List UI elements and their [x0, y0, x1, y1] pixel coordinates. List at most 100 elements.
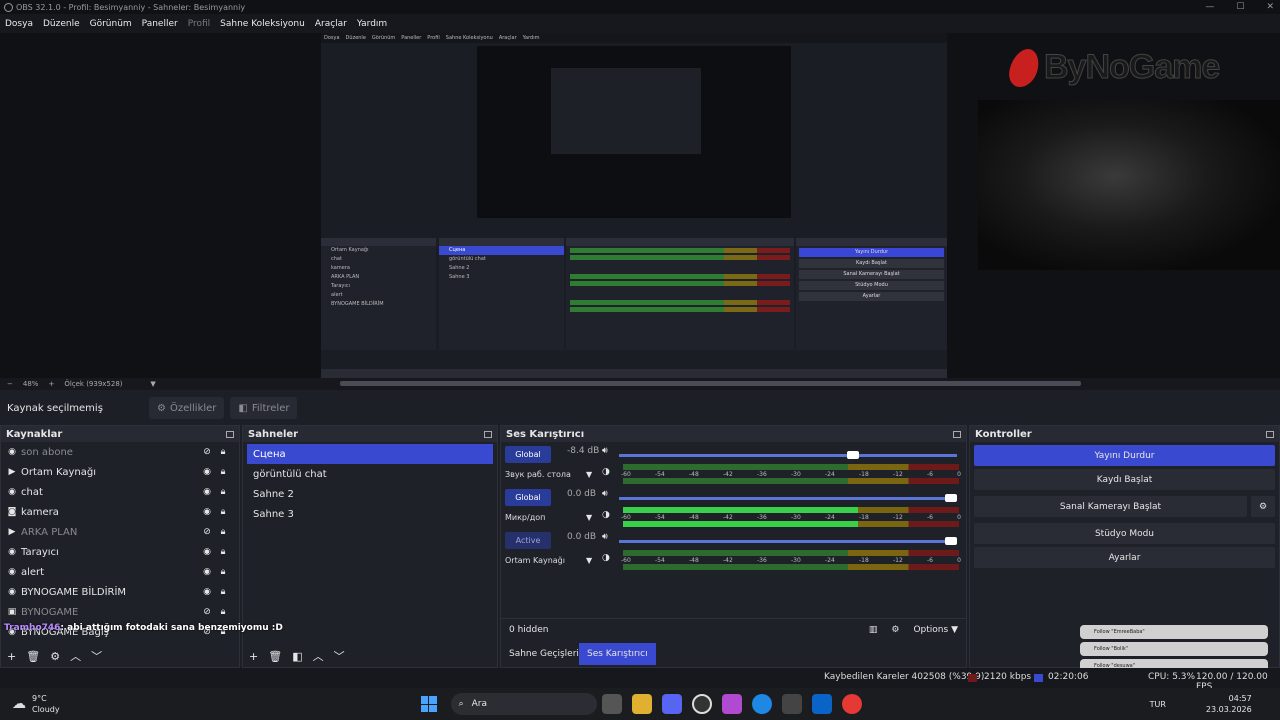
float-icon[interactable] [953, 430, 961, 438]
folder-icon[interactable] [631, 694, 652, 714]
source-item[interactable]: ▶ ARKA PLAN ⊘ 🔒︎ [1, 522, 239, 542]
source-item[interactable]: ◉ BYNOGAME BİLDİRİM ◉ 🔒︎ [1, 582, 239, 602]
chevron-down-icon[interactable]: ﹀ [334, 648, 345, 664]
obs-icon[interactable] [691, 694, 712, 714]
virtual-cam-button[interactable]: Sanal Kamerayı Başlat [974, 496, 1247, 517]
chevron-down-icon[interactable]: ▼ [586, 513, 592, 522]
eye-icon[interactable]: ◉ [201, 567, 213, 577]
menu-gorunum[interactable]: Görünüm [90, 19, 132, 29]
eye-slash-icon[interactable]: ⊘ [201, 607, 213, 617]
chevron-down-icon[interactable]: ▼ [150, 380, 155, 388]
lang-indicator[interactable]: TUR [1150, 700, 1166, 709]
volume-knob[interactable] [847, 451, 859, 459]
lock-icon[interactable]: 🔒︎ [217, 487, 229, 497]
volume-slider[interactable] [619, 494, 957, 502]
eye-icon[interactable]: ◉ [201, 507, 213, 517]
speaker-icon[interactable]: 🔊︎ [602, 532, 608, 542]
chevron-down-icon[interactable]: ▼ [586, 556, 592, 565]
source-item[interactable]: ◉ chat ◉ 🔒︎ [1, 482, 239, 502]
lock-icon[interactable]: 🔒︎ [217, 567, 229, 577]
source-item[interactable]: ◉ son abone ⊘ 🔒︎ [1, 442, 239, 462]
lock-icon[interactable]: 🔒︎ [217, 587, 229, 597]
tab-scene-transitions[interactable]: Sahne Geçişleri [501, 643, 587, 665]
eye-icon[interactable]: ◉ [201, 587, 213, 597]
scene-item[interactable]: Sahne 3 [247, 504, 493, 524]
properties-button[interactable]: ⚙ Özellikler [149, 397, 225, 419]
eye-slash-icon[interactable]: ⊘ [201, 447, 213, 457]
menu-duzenle[interactable]: Düzenle [43, 19, 80, 29]
scene-item[interactable]: görüntülü chat [247, 464, 493, 484]
headphone-icon[interactable]: ◑ [602, 553, 610, 563]
lock-icon[interactable]: 🔒︎ [217, 607, 229, 617]
taskview-icon[interactable] [601, 694, 622, 714]
eye-icon[interactable]: ◉ [201, 487, 213, 497]
trash-icon[interactable]: 🗑 [26, 650, 40, 663]
chevron-down-icon[interactable]: ﹀ [91, 648, 102, 664]
headphone-icon[interactable]: ◑ [602, 510, 610, 520]
lock-icon[interactable]: 🔒︎ [217, 547, 229, 557]
scene-item[interactable]: Сцена [247, 444, 493, 464]
minimize-icon[interactable]: — [1205, 2, 1214, 12]
menu-araclar[interactable]: Araçlar [315, 19, 347, 29]
add-scene-icon[interactable]: + [249, 650, 258, 663]
close-icon[interactable]: ✕ [1266, 2, 1274, 12]
source-item[interactable]: ▶ Ortam Kaynağı ◉ 🔒︎ [1, 462, 239, 482]
start-record-button[interactable]: Kaydı Başlat [974, 469, 1275, 490]
filter-icon[interactable]: ◧ [292, 650, 302, 663]
chevron-down-icon[interactable]: ▼ [586, 470, 592, 479]
chevron-up-icon[interactable]: ︿ [313, 648, 324, 664]
source-item[interactable]: ◉ Tarayıcı ◉ 🔒︎ [1, 542, 239, 562]
pause-icon[interactable]: ▥ [869, 625, 878, 635]
mail-icon[interactable] [811, 694, 832, 714]
channel-mode-badge[interactable]: Global [505, 489, 551, 506]
headphone-icon[interactable]: ◑ [602, 467, 610, 477]
virtual-cam-settings-icon[interactable]: ⚙ [1251, 496, 1275, 517]
zoom-in-button[interactable]: + [48, 380, 54, 388]
menu-paneller[interactable]: Paneller [142, 19, 178, 29]
stop-stream-button[interactable]: Yayını Durdur [974, 445, 1275, 466]
lock-icon[interactable]: 🔒︎ [217, 467, 229, 477]
maximize-icon[interactable]: ☐ [1236, 2, 1244, 12]
discord-icon[interactable] [661, 694, 682, 714]
edge-icon[interactable] [751, 694, 772, 714]
source-item[interactable]: ◉ alert ◉ 🔒︎ [1, 562, 239, 582]
float-icon[interactable] [1266, 430, 1274, 438]
preview-scrollbar[interactable] [340, 381, 1081, 386]
zoom-out-button[interactable]: − [7, 380, 13, 388]
speaker-icon[interactable]: 🔊︎ [602, 446, 608, 456]
store-icon[interactable] [781, 694, 802, 714]
gear-icon[interactable]: ⚙ [50, 650, 60, 663]
lock-icon[interactable]: 🔒︎ [217, 527, 229, 537]
source-item[interactable]: ▣ BYNOGAME ⊘ 🔒︎ [1, 602, 239, 622]
studio-mode-button[interactable]: Stüdyo Modu [974, 523, 1275, 544]
volume-knob[interactable] [945, 537, 957, 545]
scale-dropdown[interactable]: Ölçek (939x528) [64, 380, 140, 388]
gear-icon[interactable]: ⚙ [891, 625, 899, 635]
float-icon[interactable] [226, 430, 234, 438]
volume-knob[interactable] [945, 494, 957, 502]
menu-yardim[interactable]: Yardım [357, 19, 387, 29]
settings-button[interactable]: Ayarlar [974, 547, 1275, 568]
channel-mode-badge[interactable]: Active [505, 532, 551, 549]
scene-item[interactable]: Sahne 2 [247, 484, 493, 504]
lock-icon[interactable]: 🔒︎ [217, 507, 229, 517]
source-item[interactable]: ◙ kamera ◉ 🔒︎ [1, 502, 239, 522]
volume-slider[interactable] [619, 537, 957, 545]
lock-icon[interactable]: 🔒︎ [217, 447, 229, 457]
options-button[interactable]: Options ▼ [913, 625, 958, 635]
float-icon[interactable] [484, 430, 492, 438]
eye-slash-icon[interactable]: ⊘ [201, 527, 213, 537]
add-source-icon[interactable]: + [7, 650, 16, 663]
speaker-icon[interactable]: 🔊︎ [602, 489, 608, 499]
menu-sahne-koleksiyonu[interactable]: Sahne Koleksiyonu [220, 19, 305, 29]
menu-dosya[interactable]: Dosya [5, 19, 33, 29]
tab-audio-mixer[interactable]: Ses Karıştırıcı [579, 643, 656, 665]
eye-icon[interactable]: ◉ [201, 467, 213, 477]
eye-icon[interactable]: ◉ [201, 547, 213, 557]
start-button[interactable] [420, 696, 437, 712]
volume-slider[interactable] [619, 451, 957, 459]
trash-icon[interactable]: 🗑 [268, 650, 282, 663]
filters-button[interactable]: ◧ Filtreler [230, 397, 298, 419]
chevron-up-icon[interactable]: ︿ [70, 648, 81, 664]
taskbar-search[interactable]: ⌕ Ara [450, 693, 597, 715]
